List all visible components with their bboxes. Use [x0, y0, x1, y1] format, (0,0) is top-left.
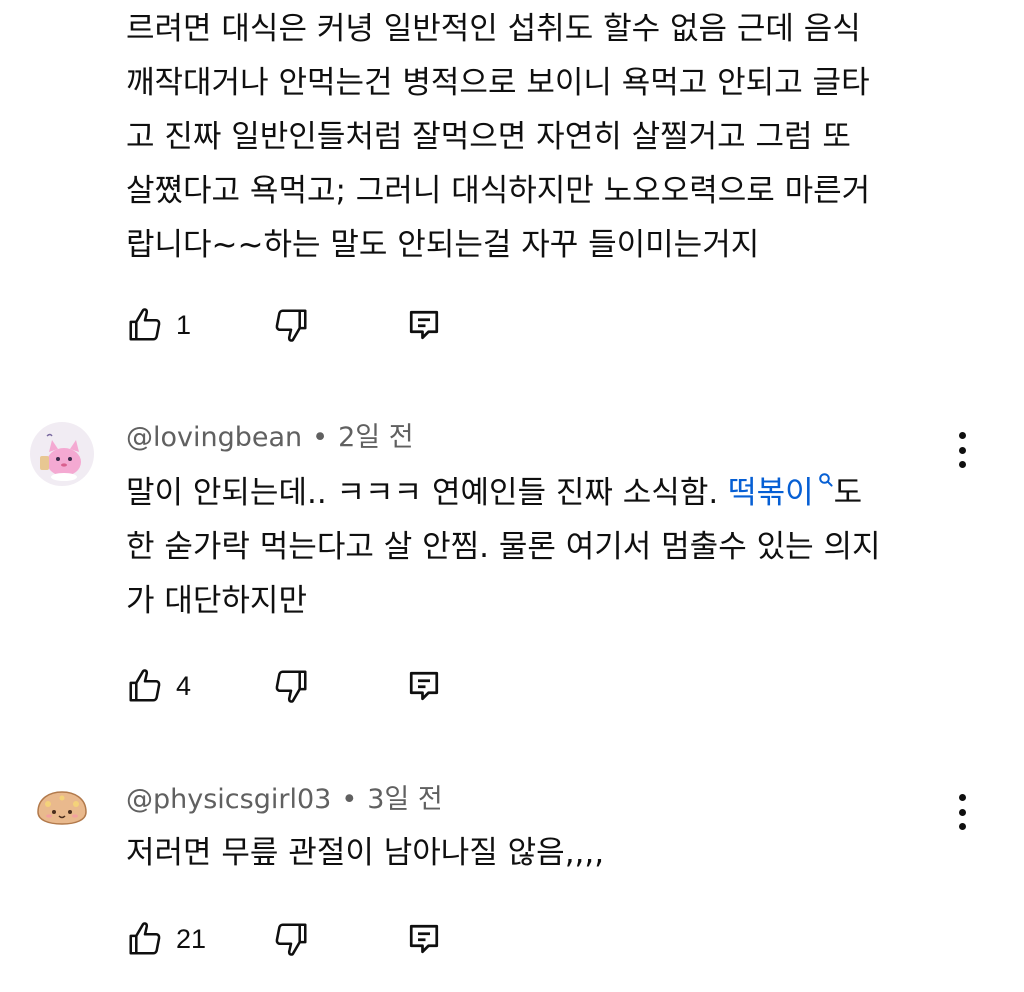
reply-button[interactable]	[406, 661, 442, 711]
dislike-button[interactable]	[272, 300, 310, 350]
like-count: 21	[176, 923, 207, 954]
comment-author[interactable]: @lovingbean	[126, 422, 302, 453]
more-vert-icon-dot	[958, 794, 966, 801]
comment-3-text: 저러면 무릎 관절이 남아나질 않음,,,,	[126, 826, 956, 880]
comment-line: 가 대단하지만	[126, 583, 307, 619]
avatar[interactable]	[30, 422, 94, 486]
comment-line: 살쪘다고 욕먹고; 그러니 대식하지만 노오오력으로 마른거	[126, 173, 871, 209]
comment-text-segment: 도	[833, 475, 863, 511]
comment-actions: 1	[126, 300, 486, 350]
comment-time: 2일 전	[338, 422, 414, 453]
reply-icon	[409, 671, 439, 701]
like-count: 4	[176, 670, 192, 701]
like-button[interactable]: 21	[126, 914, 206, 964]
thumbs-up-icon	[129, 922, 161, 955]
comment-time: 3일 전	[367, 784, 443, 815]
avatar[interactable]	[30, 774, 94, 838]
search-link-label: 떡볶이	[728, 475, 814, 511]
comment-line: 한 숟가락 먹는다고 살 안찜. 물론 여기서 멈출수 있는 의지	[126, 529, 881, 565]
more-vert-icon-dot	[958, 432, 966, 439]
comment-author[interactable]: @physicsgirl03	[126, 784, 331, 815]
dislike-button[interactable]	[272, 914, 310, 964]
reply-icon	[409, 924, 439, 954]
meta-separator: •	[341, 784, 358, 815]
more-vert-icon-dot	[958, 808, 966, 816]
comment-line: 깨작대거나 안먹는건 병적으로 보이니 욕먹고 안되고 글타	[126, 65, 870, 101]
comment-text-segment: 말이 안되는데.. ㅋㅋㅋ 연예인들 진짜 소식함.	[126, 475, 729, 511]
thumbs-down-icon	[275, 923, 307, 956]
avatar-cookie-icon	[30, 774, 94, 838]
meta-separator: •	[312, 422, 329, 453]
more-vert-icon-dot	[958, 446, 966, 454]
comment-actions: 21	[126, 914, 486, 964]
thumbs-up-icon	[129, 308, 161, 341]
dislike-button[interactable]	[272, 661, 310, 711]
reply-button[interactable]	[406, 914, 442, 964]
comment-line: 말이 안되는데.. ㅋㅋㅋ 연예인들 진짜 소식함. 떡볶이 도	[126, 466, 956, 520]
comment-line: 저러면 무릎 관절이 남아나질 않음,,,,	[126, 835, 605, 871]
reply-icon	[409, 310, 439, 340]
comment-2-text: 말이 안되는데.. ㅋㅋㅋ 연예인들 진짜 소식함. 떡볶이 도 한 숟가락 먹는…	[126, 466, 956, 628]
comment-meta: @lovingbean • 2일 전	[126, 420, 414, 456]
comment-actions: 4	[126, 661, 486, 711]
more-vert-icon-dot	[958, 823, 966, 830]
thumbs-up-icon	[129, 669, 161, 702]
thumbs-down-icon	[275, 670, 307, 703]
thumbs-down-icon	[275, 309, 307, 342]
like-button[interactable]: 4	[126, 661, 191, 711]
search-link[interactable]: 떡볶이	[728, 473, 834, 511]
comment-line: 랍니다~~하는 말도 안되는걸 자꾸 들이미는거지	[126, 227, 760, 263]
comment-1-text: 르려면 대식은 커녕 일반적인 섭취도 할수 없음 근데 음식 깨작대거나 안먹…	[126, 2, 956, 272]
comment-line: 르려면 대식은 커녕 일반적인 섭취도 할수 없음 근데 음식	[126, 11, 861, 47]
avatar-cat-icon	[30, 422, 94, 486]
like-button[interactable]: 1	[126, 300, 191, 350]
search-icon	[818, 473, 833, 487]
comment-meta: @physicsgirl03 • 3일 전	[126, 782, 443, 818]
more-vert-icon-dot	[958, 461, 966, 468]
comment-line: 고 진짜 일반인들처럼 잘먹으면 자연히 살찔거고 그럼 또	[126, 119, 851, 155]
like-count: 1	[176, 309, 192, 340]
reply-button[interactable]	[406, 300, 442, 350]
